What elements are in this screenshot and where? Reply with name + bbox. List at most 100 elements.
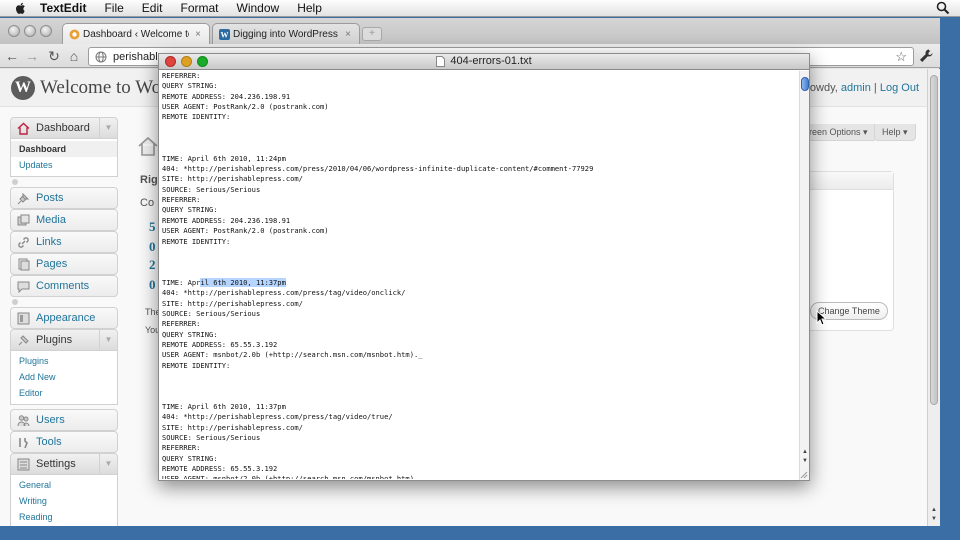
chevron-down-icon[interactable]: ▼ — [99, 454, 117, 474]
menu-window[interactable]: Window — [237, 1, 280, 15]
text-line: REFERRER: — [162, 195, 201, 205]
menu-label: Media — [36, 214, 66, 226]
count-fragment[interactable]: 0 — [149, 277, 156, 293]
tab-close-icon[interactable]: × — [343, 29, 353, 40]
text-line: REMOTE ADDRESS: 65.55.3.192 — [162, 464, 278, 474]
menu-appearance[interactable]: Appearance — [10, 307, 118, 329]
textedit-titlebar[interactable]: 404-errors-01.txt — [159, 54, 809, 70]
submenu-dashboard[interactable]: Dashboard — [11, 141, 117, 157]
new-tab-button[interactable]: + — [362, 27, 382, 41]
pages-icon — [18, 258, 30, 270]
submenu-general[interactable]: General — [19, 477, 117, 493]
text-line — [162, 247, 797, 257]
text-line: 404: *http://perishablepress.com/press/t… — [162, 288, 406, 298]
menu-tools[interactable]: Tools — [10, 431, 118, 453]
text-line — [162, 268, 797, 278]
menu-users[interactable]: Users — [10, 409, 118, 431]
screen-options-button[interactable]: reen Options ▾ — [800, 124, 877, 141]
menu-help[interactable]: Help — [297, 1, 322, 15]
plugins-submenu: Plugins Add New Editor — [10, 351, 118, 405]
scroll-down-arrow-icon[interactable]: ▼ — [800, 458, 810, 464]
menu-app-name[interactable]: TextEdit — [40, 1, 86, 15]
tab-digging-into-wordpress[interactable]: W Digging into WordPress × — [212, 23, 360, 44]
user-link[interactable]: admin — [841, 82, 871, 94]
wrench-icon[interactable] — [918, 48, 934, 64]
text-line: QUERY STRING: — [162, 81, 218, 91]
count-fragment[interactable]: 5 — [149, 219, 156, 235]
submenu-updates[interactable]: Updates — [19, 157, 117, 173]
submenu-plugins[interactable]: Plugins — [19, 353, 117, 369]
text-line — [162, 392, 797, 402]
scroll-up-arrow-icon[interactable]: ▲ — [800, 449, 810, 455]
browser-minimize-button[interactable] — [24, 25, 36, 37]
scrollbar-thumb[interactable] — [930, 75, 938, 405]
dashboard-house-icon — [17, 122, 30, 135]
svg-text:W: W — [221, 30, 229, 39]
resize-grip-icon[interactable] — [799, 470, 808, 479]
text-line: QUERY STRING: — [162, 205, 218, 215]
menu-settings[interactable]: Settings ▼ — [10, 453, 118, 475]
logout-link[interactable]: Log Out — [880, 82, 919, 94]
menu-posts[interactable]: Posts — [10, 187, 118, 209]
mac-menubar: TextEdit File Edit Format Window Help — [0, 0, 960, 17]
text-line — [162, 381, 797, 391]
text-content[interactable]: REFERRER: QUERY STRING: REMOTE ADDRESS: 20… — [162, 71, 797, 479]
text-line: 404: *http://perishablepress.com/press/t… — [162, 412, 393, 422]
menu-label: Dashboard — [36, 122, 90, 134]
text-line: TIME: April 6th 2010, 11:37pm — [162, 402, 286, 411]
wordpress-logo-icon: W — [11, 76, 35, 100]
scrollbar-thumb[interactable] — [801, 77, 809, 91]
browser-close-button[interactable] — [8, 25, 20, 37]
menu-separator — [10, 297, 118, 307]
window-title-text: 404-errors-01.txt — [450, 55, 532, 67]
menu-file[interactable]: File — [104, 1, 123, 15]
text-line — [162, 123, 797, 133]
menu-pages[interactable]: Pages — [10, 253, 118, 275]
submenu-writing[interactable]: Writing — [19, 493, 117, 509]
menu-media[interactable]: Media — [10, 209, 118, 231]
browser-zoom-button[interactable] — [40, 25, 52, 37]
home-icon[interactable]: ⌂ — [66, 48, 82, 64]
link-chain-icon — [18, 236, 29, 248]
count-fragment[interactable]: 2 — [149, 257, 156, 273]
menu-format[interactable]: Format — [180, 1, 218, 15]
tab-close-icon[interactable]: × — [193, 29, 203, 40]
tab-dashboard[interactable]: Dashboard ‹ Welcome to Wo × — [62, 23, 210, 44]
chevron-down-icon[interactable]: ▼ — [99, 118, 117, 138]
count-fragment[interactable]: 0 — [149, 239, 156, 255]
menu-comments[interactable]: Comments — [10, 275, 118, 297]
apple-menu-icon[interactable] — [14, 1, 28, 15]
forward-arrow-icon[interactable]: → — [24, 48, 40, 64]
text-line — [162, 371, 797, 381]
scroll-down-arrow-icon[interactable]: ▼ — [929, 516, 939, 522]
selected-text[interactable]: il 6th 2010, 11:37pm — [200, 277, 286, 287]
globe-icon — [95, 51, 107, 62]
page-scrollbar[interactable]: ▲ ▼ — [927, 69, 940, 526]
text-scrollbar[interactable]: ▲ ▼ — [799, 71, 809, 480]
menu-separator — [10, 177, 118, 187]
reload-icon[interactable]: ↻ — [46, 48, 62, 64]
site-title[interactable]: Welcome to Wor — [40, 77, 167, 99]
bookmark-star-icon[interactable]: ☆ — [895, 49, 907, 65]
menu-label: Appearance — [36, 312, 96, 324]
submenu-editor[interactable]: Editor — [19, 385, 117, 401]
text-line: TIME: April 6th 2010, 11:37pm — [162, 277, 797, 288]
back-arrow-icon[interactable]: ← — [4, 48, 20, 64]
menu-dashboard[interactable]: Dashboard ▼ — [10, 117, 118, 139]
comment-bubble-icon — [17, 281, 30, 293]
text-line: SITE: http://perishablepress.com/ — [162, 174, 303, 184]
menu-label: Comments — [36, 280, 90, 292]
tab-strip: Dashboard ‹ Welcome to Wo × W Digging in… — [0, 18, 940, 44]
submenu-add-new[interactable]: Add New — [19, 369, 117, 385]
chevron-down-icon[interactable]: ▼ — [99, 330, 117, 350]
text-line — [162, 257, 797, 267]
help-button[interactable]: Help ▾ — [874, 124, 916, 141]
menu-links[interactable]: Links — [10, 231, 118, 253]
scroll-up-arrow-icon[interactable]: ▲ — [929, 507, 939, 513]
menu-edit[interactable]: Edit — [142, 1, 163, 15]
submenu-reading[interactable]: Reading — [19, 509, 117, 525]
menu-label: Pages — [36, 258, 68, 270]
spotlight-search-icon[interactable] — [936, 1, 950, 15]
menu-plugins[interactable]: Plugins ▼ — [10, 329, 118, 351]
favicon-icon — [69, 29, 80, 39]
